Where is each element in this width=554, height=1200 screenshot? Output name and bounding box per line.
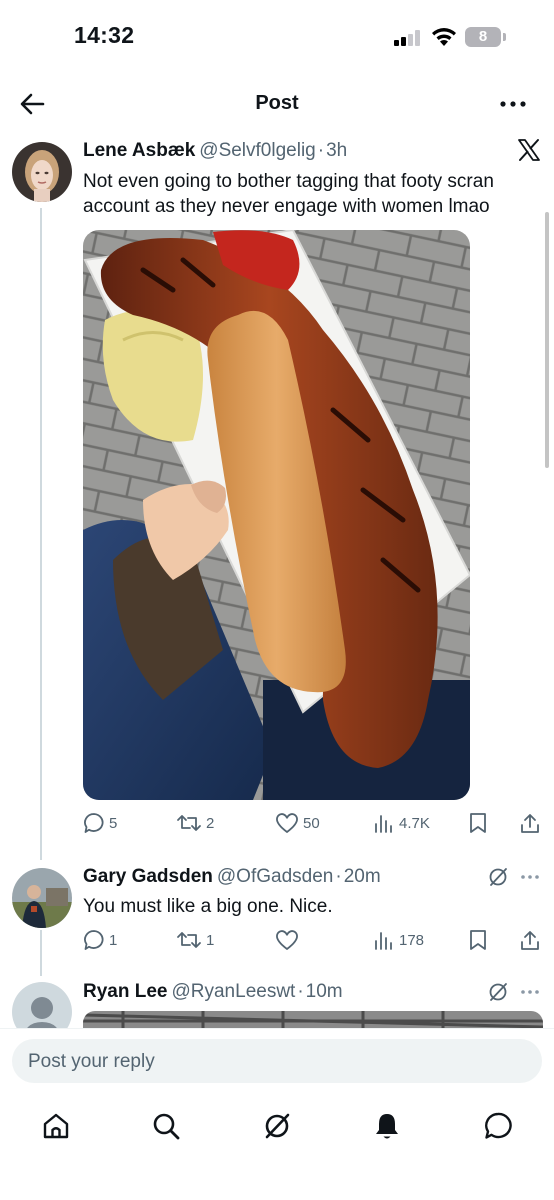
like-count: 50 <box>303 814 320 832</box>
reply-text: You must like a big one. Nice. <box>83 896 333 917</box>
post-image[interactable] <box>83 230 470 800</box>
share-icon <box>521 814 539 833</box>
repost-count: 1 <box>206 931 215 949</box>
repost-icon <box>177 815 201 831</box>
author-name[interactable]: Lene Asbæk <box>83 140 195 161</box>
grok-icon[interactable] <box>487 866 509 888</box>
bookmark-icon <box>470 813 486 833</box>
post-text: Not even going to bother tagging that fo… <box>83 171 494 217</box>
author-handle[interactable]: @Selvf0lgelig <box>199 140 315 161</box>
views-button[interactable]: 178 <box>373 925 424 955</box>
tab-notifications[interactable] <box>369 1108 405 1144</box>
thread-line <box>40 930 42 976</box>
status-time: 14:32 <box>74 22 135 48</box>
repost-button[interactable]: 1 <box>176 925 214 955</box>
view-count: 178 <box>399 931 425 949</box>
heart-icon <box>276 813 298 833</box>
page-title: Post <box>255 92 299 114</box>
like-button[interactable] <box>275 925 303 955</box>
speech-bubble-icon <box>84 813 104 833</box>
reply-button[interactable]: 5 <box>83 808 117 838</box>
share-button[interactable] <box>519 808 541 838</box>
post-time: 3h <box>326 140 348 161</box>
separator: · <box>335 866 342 887</box>
repost-button[interactable]: 2 <box>176 808 214 838</box>
tab-messages[interactable] <box>480 1108 516 1144</box>
grok-icon <box>265 1113 290 1139</box>
reply-author-row: Gary Gadsden @OfGadsden · 20m <box>83 866 381 888</box>
bookmark-icon <box>470 930 486 950</box>
tab-search[interactable] <box>148 1108 184 1144</box>
repost-count: 2 <box>206 814 215 832</box>
wifi-icon <box>432 28 456 46</box>
avatar[interactable] <box>12 868 72 928</box>
search-icon <box>153 1113 180 1140</box>
chat-bubble-icon <box>485 1112 512 1139</box>
bottom-tab-bar <box>0 1096 554 1156</box>
author-handle[interactable]: @OfGadsden <box>217 866 333 887</box>
battery-level: 8 <box>478 28 488 45</box>
separator: · <box>297 981 304 1002</box>
more-horizontal-icon <box>500 101 526 107</box>
author-handle[interactable]: @RyanLeeswt <box>171 981 295 1002</box>
reply-input[interactable]: Post your reply <box>12 1039 542 1083</box>
reply-button[interactable]: 1 <box>83 925 117 955</box>
cellular-signal-icon <box>394 30 422 46</box>
bar-chart-icon <box>375 932 392 950</box>
views-button[interactable]: 4.7K <box>373 808 430 838</box>
top-header: Post <box>0 74 554 134</box>
post-author-row: Lene Asbæk @Selvf0lgelig · 3h <box>83 140 347 162</box>
battery-icon: 8 <box>465 27 501 47</box>
reply-actions: 1 1 178 <box>83 925 543 955</box>
thread-line <box>40 208 42 860</box>
author-name[interactable]: Ryan Lee <box>83 981 167 1002</box>
more-horizontal-icon[interactable] <box>520 989 540 995</box>
home-icon <box>43 1113 69 1139</box>
post-actions: 5 2 50 4.7K <box>83 808 543 838</box>
post-time: 20m <box>343 866 381 887</box>
post-time: 10m <box>305 981 343 1002</box>
tab-home[interactable] <box>38 1108 74 1144</box>
bookmark-button[interactable] <box>468 808 488 838</box>
x-logo-icon[interactable] <box>517 138 541 162</box>
share-button[interactable] <box>519 925 541 955</box>
reply-author-row: Ryan Lee @RyanLeeswt · 10m <box>83 981 343 1003</box>
avatar[interactable] <box>12 142 72 202</box>
status-bar: 14:32 8 <box>0 0 554 70</box>
bar-chart-icon <box>375 815 392 833</box>
tab-grok[interactable] <box>259 1108 295 1144</box>
scrollbar[interactable] <box>545 212 549 468</box>
bookmark-button[interactable] <box>468 925 488 955</box>
reply-count: 5 <box>109 814 118 832</box>
reply-placeholder: Post your reply <box>28 1051 155 1072</box>
more-horizontal-icon[interactable] <box>520 874 540 880</box>
separator: · <box>317 140 325 161</box>
speech-bubble-icon <box>84 930 104 950</box>
more-button[interactable] <box>496 90 530 118</box>
author-name[interactable]: Gary Gadsden <box>83 866 213 887</box>
heart-icon <box>276 930 298 950</box>
like-button[interactable]: 50 <box>275 808 320 838</box>
view-count: 4.7K <box>399 814 430 832</box>
battery-nub <box>503 33 506 41</box>
bell-icon <box>376 1114 398 1139</box>
reply-count: 1 <box>109 931 118 949</box>
repost-icon <box>177 932 201 948</box>
grok-icon[interactable] <box>487 981 509 1003</box>
share-icon <box>521 931 539 950</box>
